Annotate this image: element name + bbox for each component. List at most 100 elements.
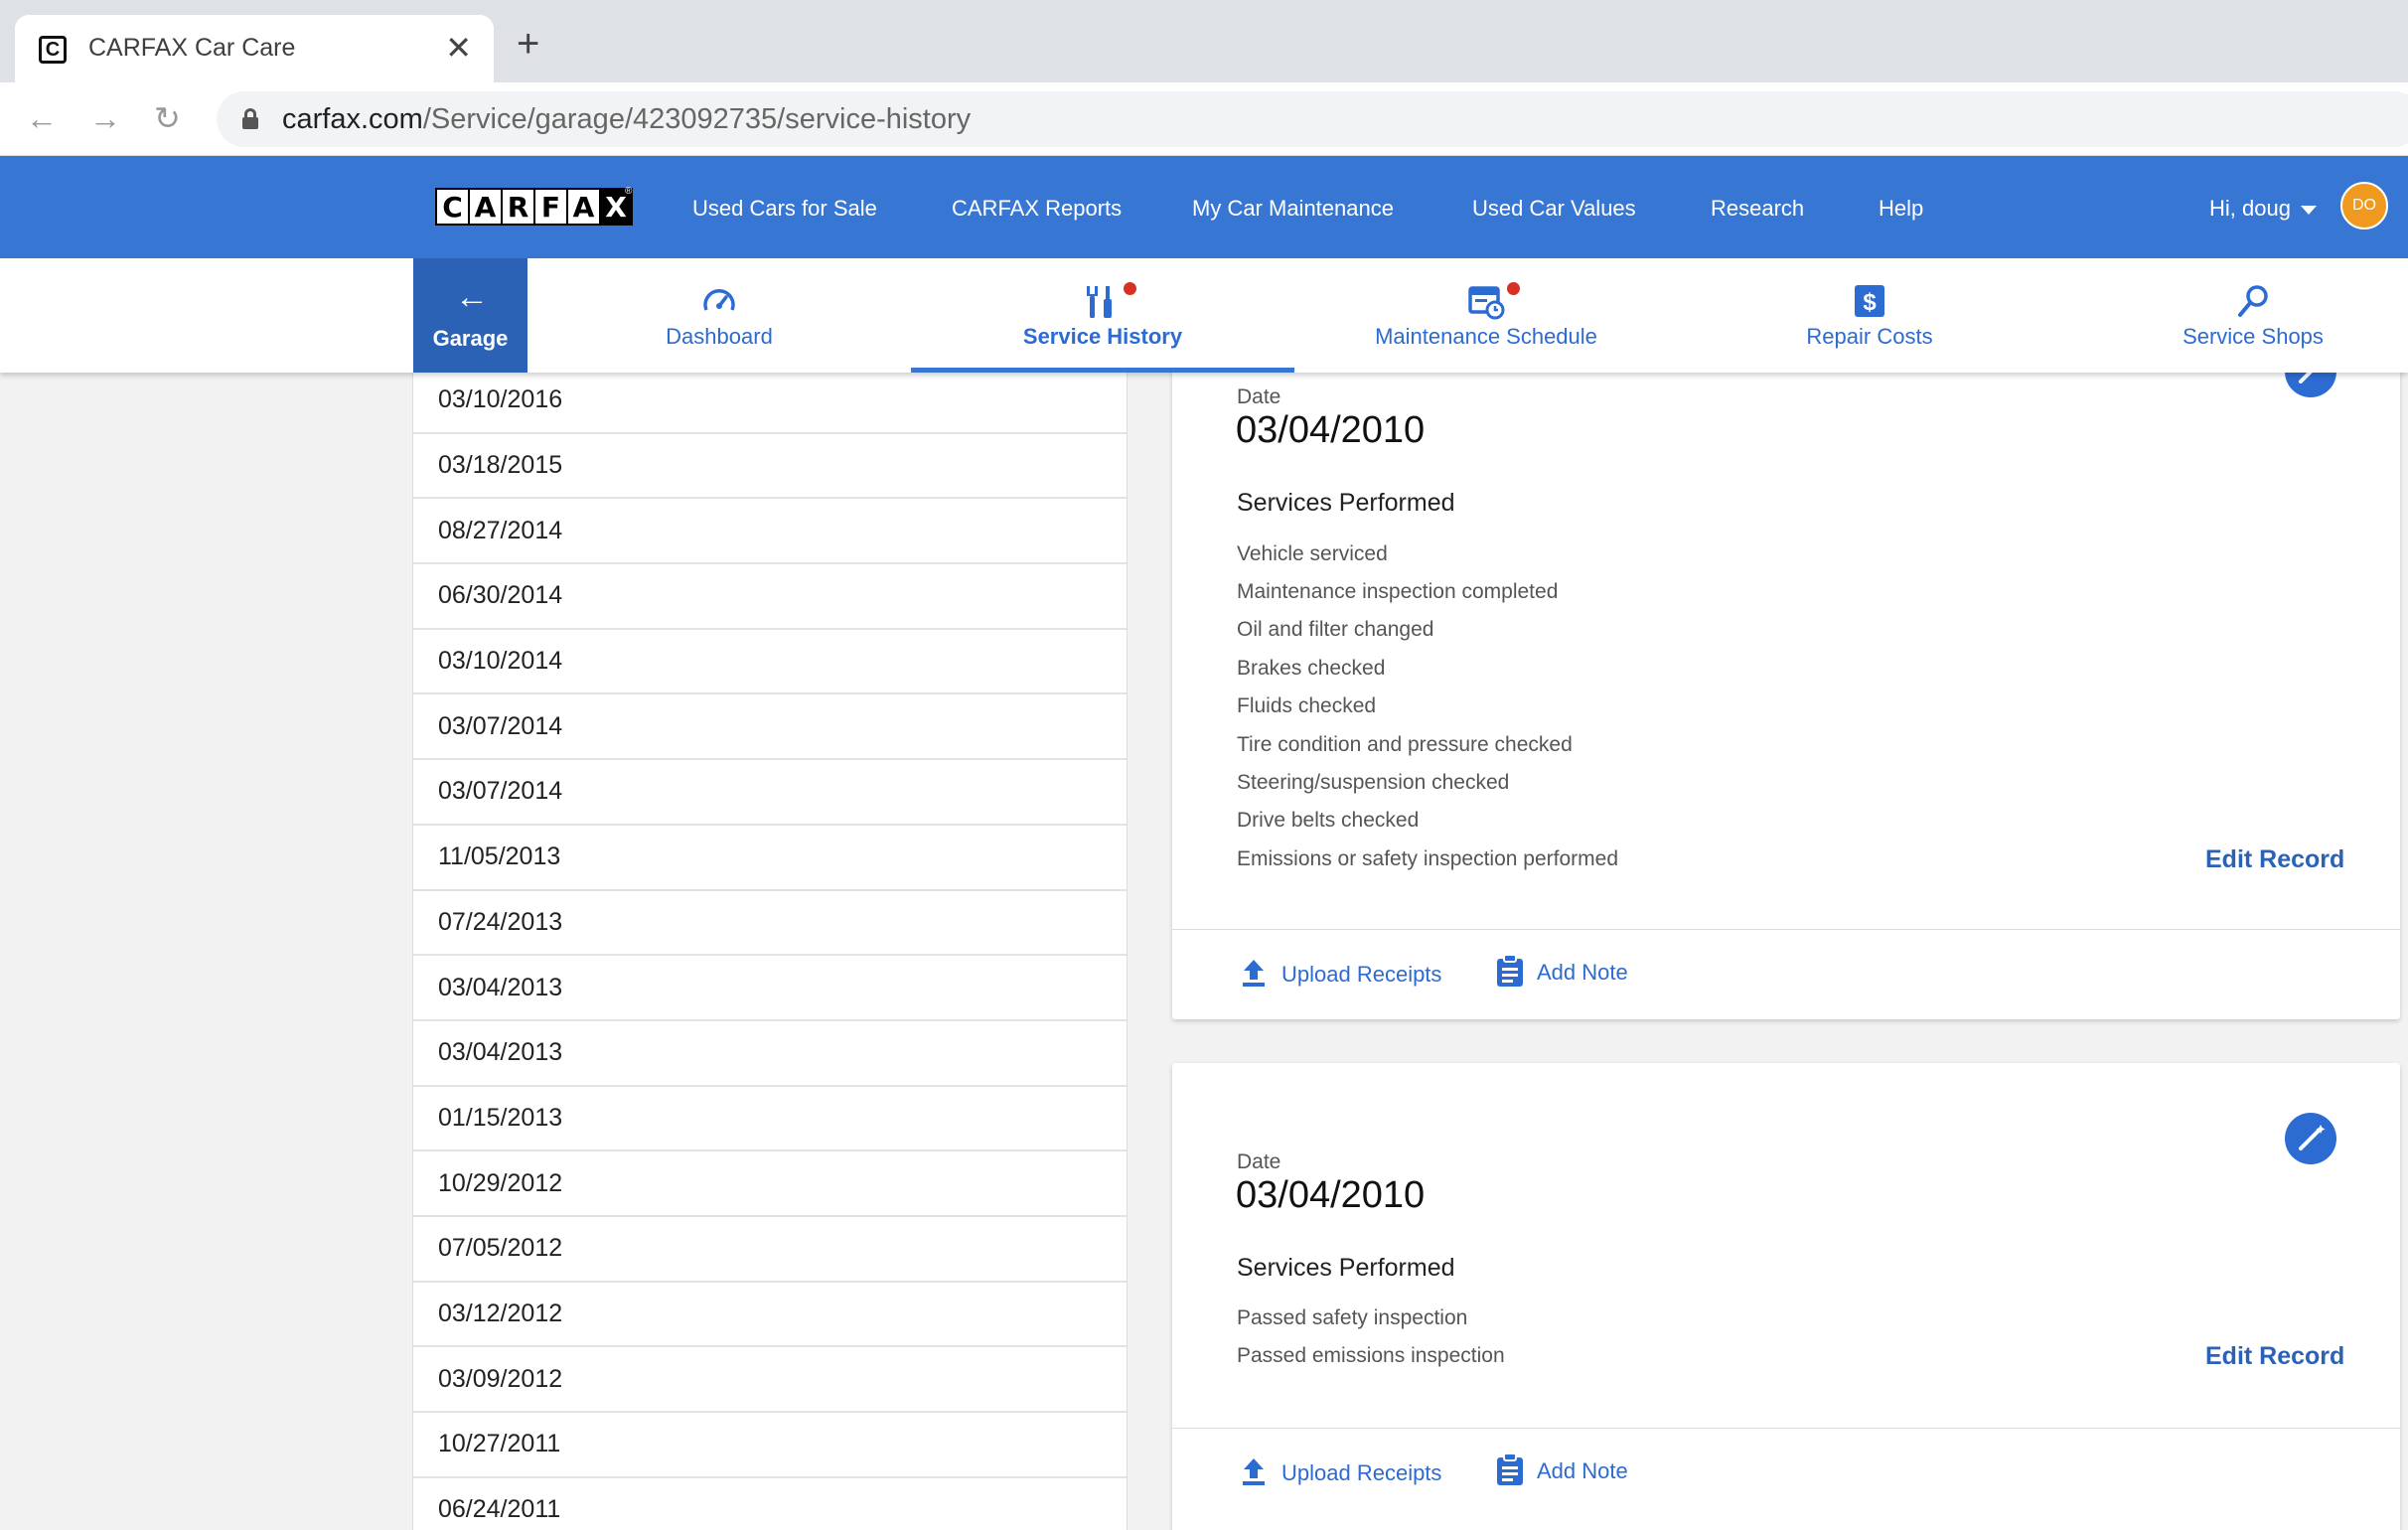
date-list-item[interactable]: 03/12/2012 — [413, 1283, 1127, 1348]
service-item: Emissions or safety inspection performed — [1237, 847, 1618, 870]
tab-service-shops[interactable]: Service Shops — [2061, 258, 2408, 373]
arrow-left-icon: ← — [455, 278, 489, 316]
calendar-clock-icon — [1468, 286, 1505, 320]
date-list-item[interactable]: 03/10/2014 — [413, 630, 1127, 695]
nav-research[interactable]: Research — [1711, 196, 1804, 222]
date-list-item[interactable]: 03/07/2014 — [413, 760, 1127, 826]
date-list-item[interactable]: 10/27/2011 — [413, 1413, 1127, 1478]
garage-subnav: ← Garage Dashboard Service History Maint… — [0, 258, 2408, 373]
date-list-item[interactable]: 03/09/2012 — [413, 1347, 1127, 1413]
nav-used-car-values[interactable]: Used Car Values — [1472, 196, 1636, 222]
carfax-logo[interactable]: CARFAX — [435, 188, 633, 226]
address-bar[interactable]: carfax.com/Service/garage/423092735/serv… — [217, 91, 2408, 147]
clipboard-icon — [1497, 954, 1523, 987]
forward-arrow-icon[interactable]: → — [89, 100, 121, 136]
speedometer-icon — [703, 289, 735, 311]
service-item: Steering/suspension checked — [1237, 771, 1510, 794]
edit-record-button[interactable]: Edit Record — [2205, 1342, 2344, 1371]
service-item: Maintenance inspection completed — [1237, 580, 1559, 603]
record-date: 03/04/2010 — [1236, 1174, 1426, 1216]
card-divider — [1172, 929, 2400, 930]
notification-badge — [1507, 282, 1520, 295]
upload-icon — [1243, 960, 1265, 987]
record-date: 03/04/2010 — [1236, 409, 1426, 451]
garage-back-button[interactable]: ← Garage — [413, 258, 527, 373]
date-list-item[interactable]: 08/27/2014 — [413, 499, 1127, 565]
service-record-card: Date 03/04/2010 Services Performed Passe… — [1172, 1063, 2400, 1530]
upload-receipts-label: Upload Receipts — [1281, 1460, 1442, 1485]
svg-text:$: $ — [1863, 289, 1877, 316]
service-item: Vehicle serviced — [1237, 542, 1388, 565]
service-item: Oil and filter changed — [1237, 618, 1434, 641]
date-list-item[interactable]: 03/04/2013 — [413, 956, 1127, 1021]
search-icon — [2238, 285, 2268, 317]
services-performed-title: Services Performed — [1237, 1254, 1455, 1282]
date-list-item[interactable]: 01/15/2013 — [413, 1087, 1127, 1152]
user-greeting[interactable]: Hi, doug — [2209, 196, 2291, 222]
tab-service-history[interactable]: Service History — [911, 258, 1294, 373]
tab-label: Service Shops — [2182, 324, 2324, 349]
services-performed-title: Services Performed — [1237, 489, 1455, 517]
service-item: Passed safety inspection — [1237, 1306, 1468, 1329]
magic-wand-icon — [2299, 1125, 2326, 1150]
date-list-item[interactable]: 07/24/2013 — [413, 891, 1127, 957]
date-list-item[interactable]: 06/24/2011 — [413, 1478, 1127, 1530]
upload-receipts-label: Upload Receipts — [1281, 962, 1442, 987]
date-label: Date — [1237, 1150, 1281, 1173]
url-host: carfax.com — [282, 103, 423, 135]
edit-record-button[interactable]: Edit Record — [2205, 845, 2344, 874]
add-note-label: Add Note — [1537, 960, 1628, 985]
date-list-item[interactable]: 03/18/2015 — [413, 434, 1127, 500]
close-icon[interactable]: ✕ — [445, 30, 472, 66]
date-list-item[interactable]: 03/07/2014 — [413, 694, 1127, 761]
logo-letter: R — [503, 190, 533, 224]
service-item: Fluids checked — [1237, 694, 1377, 717]
tab-repair-costs[interactable]: $ Repair Costs — [1678, 258, 2061, 373]
back-arrow-icon[interactable]: ← — [26, 100, 58, 136]
tab-label: Service History — [1022, 324, 1183, 349]
url-path: /Service/garage/423092735/service-histor… — [422, 103, 972, 135]
tab-maintenance-schedule[interactable]: Maintenance Schedule — [1294, 258, 1678, 373]
tab-title: CARFAX Car Care — [88, 34, 296, 62]
chevron-down-icon[interactable] — [2301, 206, 2317, 215]
clipboard-icon — [1497, 1453, 1523, 1485]
service-item: Passed emissions inspection — [1237, 1344, 1505, 1367]
browser-toolbar: ← → ↻ carfax.com/Service/garage/42309273… — [0, 82, 2408, 156]
logo-letter: C — [437, 190, 468, 224]
date-label: Date — [1237, 385, 1281, 408]
service-date-list: 03/10/2016 03/18/2015 08/27/2014 06/30/2014… — [412, 368, 1128, 1530]
service-record-card: Date 03/04/2010 Services Performed Vehic… — [1172, 338, 2400, 1019]
date-list-item[interactable]: 11/05/2013 — [413, 826, 1127, 891]
new-tab-button[interactable]: + — [517, 24, 539, 64]
nav-carfax-reports[interactable]: CARFAX Reports — [952, 196, 1122, 222]
date-list-item[interactable]: 03/10/2016 — [413, 369, 1127, 434]
reload-icon[interactable]: ↻ — [154, 100, 181, 136]
avatar[interactable]: DO — [2340, 182, 2388, 230]
card-divider — [1172, 1428, 2400, 1429]
add-note-label: Add Note — [1537, 1458, 1628, 1483]
date-list-item[interactable]: 06/30/2014 — [413, 564, 1127, 630]
dollar-icon: $ — [1855, 285, 1884, 317]
nav-help[interactable]: Help — [1879, 196, 1923, 222]
nav-used-cars-for-sale[interactable]: Used Cars for Sale — [692, 196, 877, 222]
logo-letter: A — [470, 190, 501, 224]
logo-letter: A — [568, 190, 599, 224]
url-text: carfax.com/Service/garage/423092735/serv… — [282, 103, 971, 136]
tab-dashboard[interactable]: Dashboard — [527, 258, 911, 373]
logo-registered-mark: ® — [625, 186, 633, 197]
lock-icon — [242, 108, 258, 129]
tab-label: Dashboard — [666, 324, 773, 349]
service-item: Brakes checked — [1237, 657, 1386, 680]
tab-label: Repair Costs — [1806, 324, 1933, 349]
date-list-item[interactable]: 07/05/2012 — [413, 1217, 1127, 1283]
date-list-item[interactable]: 03/04/2013 — [413, 1021, 1127, 1087]
garage-label: Garage — [432, 326, 509, 351]
tab-label: Maintenance Schedule — [1375, 324, 1597, 349]
nav-my-car-maintenance[interactable]: My Car Maintenance — [1192, 196, 1394, 222]
logo-letter: F — [535, 190, 566, 224]
service-item: Tire condition and pressure checked — [1237, 733, 1573, 756]
upload-icon — [1243, 1458, 1265, 1485]
magic-wand-button[interactable] — [2285, 1113, 2336, 1164]
browser-tab[interactable]: C CARFAX Car Care ✕ — [15, 15, 494, 82]
date-list-item[interactable]: 10/29/2012 — [413, 1151, 1127, 1217]
